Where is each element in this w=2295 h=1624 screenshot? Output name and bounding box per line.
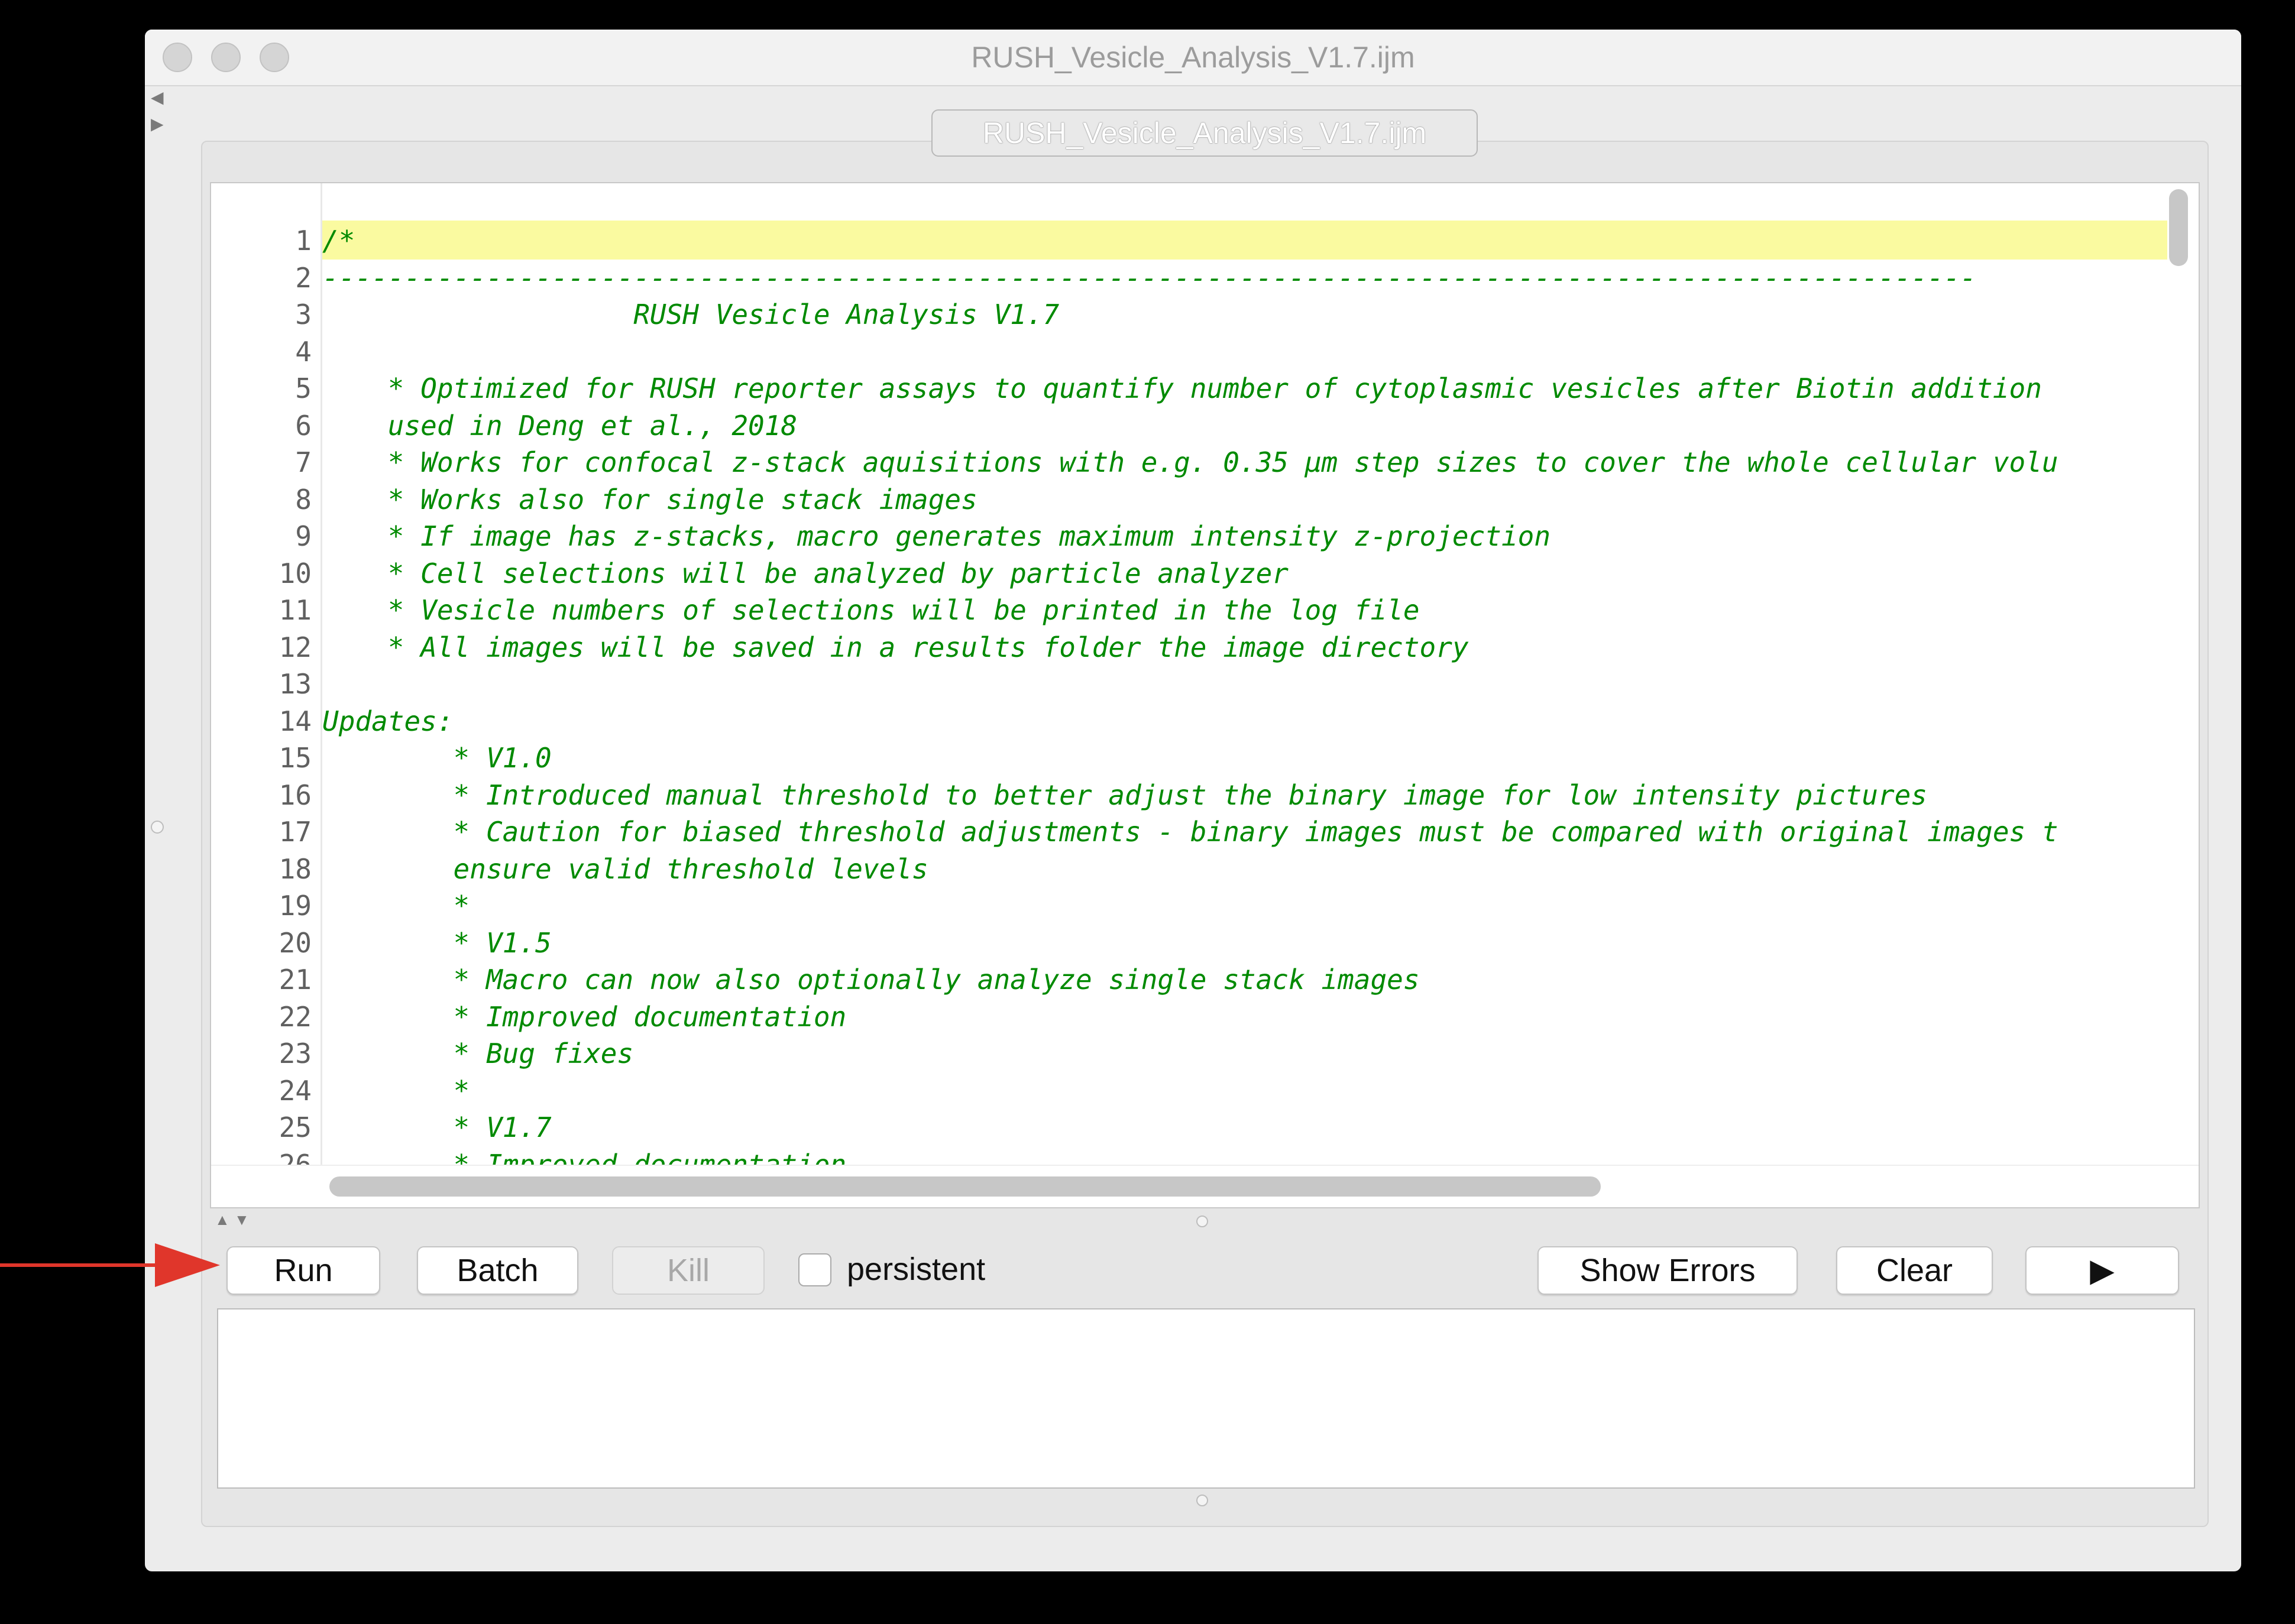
bottom-handle-dot[interactable] <box>1196 1495 1208 1506</box>
persistent-label[interactable]: persistent <box>847 1249 985 1290</box>
line-number: 7 <box>295 446 312 478</box>
line-number: 12 <box>279 631 312 663</box>
split-arrows-icon[interactable]: ▲ ▼ <box>215 1211 250 1229</box>
more-options-button[interactable]: ▶ <box>2025 1246 2179 1295</box>
line-number: 11 <box>279 594 312 626</box>
title-bar[interactable]: RUSH_Vesicle_Analysis_V1.7.ijm <box>145 30 2241 86</box>
expand-right-arrow-icon[interactable]: ▶ <box>151 115 164 133</box>
code-line[interactable]: /* <box>322 222 355 259</box>
split-divider[interactable]: ▲ ▼ <box>210 1208 2200 1234</box>
code-line[interactable]: * Introduced manual threshold to better … <box>322 777 1928 813</box>
horizontal-scrollbar-track <box>211 1165 2199 1207</box>
line-number: 14 <box>279 705 312 737</box>
bottom-splitter[interactable] <box>210 1490 2200 1513</box>
line-number: 24 <box>279 1074 312 1107</box>
code-line[interactable]: * Vesicle numbers of selections will be … <box>322 592 1420 628</box>
line-number: 19 <box>279 890 312 922</box>
line-number: 1 <box>295 225 312 257</box>
output-console[interactable] <box>217 1308 2195 1489</box>
line-number: 21 <box>279 964 312 996</box>
line-number: 18 <box>279 852 312 885</box>
line-number: 4 <box>295 335 312 368</box>
line-number: 20 <box>279 926 312 959</box>
code-line[interactable]: * Cell selections will be analyzed by pa… <box>322 555 1289 592</box>
run-toolbar: Run Batch Kill persistent Show Errors Cl… <box>210 1234 2200 1308</box>
tab-file[interactable]: RUSH_Vesicle_Analysis_V1.7.ijm <box>931 109 1478 157</box>
code-line[interactable]: * Caution for biased threshold adjustmen… <box>322 813 2058 850</box>
code-line[interactable]: * <box>322 887 470 924</box>
window-title: RUSH_Vesicle_Analysis_V1.7.ijm <box>971 41 1415 74</box>
editor-window: RUSH_Vesicle_Analysis_V1.7.ijm ◀ ▶ RUSH_… <box>145 30 2241 1571</box>
line-number: 13 <box>279 668 312 700</box>
code-line[interactable]: Updates: <box>322 703 454 740</box>
split-handle-dot[interactable] <box>1196 1215 1208 1227</box>
line-number: 25 <box>279 1111 312 1143</box>
code-line[interactable]: * Works for confocal z-stack aquisitions… <box>322 444 2058 481</box>
line-number: 2 <box>295 261 312 294</box>
batch-button[interactable]: Batch <box>417 1246 578 1295</box>
line-number: 8 <box>295 483 312 516</box>
collapse-left-arrow-icon[interactable]: ◀ <box>151 89 164 106</box>
persistent-checkbox[interactable] <box>798 1253 831 1286</box>
line-number: 10 <box>279 557 312 589</box>
code-line[interactable]: * Improved documentation <box>322 999 847 1035</box>
code-line[interactable]: * V1.5 <box>322 925 552 961</box>
kill-button[interactable]: Kill <box>612 1246 765 1295</box>
line-number: 5 <box>295 372 312 404</box>
clear-button[interactable]: Clear <box>1836 1246 1993 1295</box>
line-number: 22 <box>279 1000 312 1033</box>
show-errors-button[interactable]: Show Errors <box>1537 1246 1798 1295</box>
code-line[interactable]: * Improved documentation <box>322 1146 847 1165</box>
code-line[interactable]: * All images will be saved in a results … <box>322 629 1469 666</box>
code-line[interactable]: * Optimized for RUSH reporter assays to … <box>322 370 2042 407</box>
code-text-area[interactable]: /* --------------------------------------… <box>322 183 2167 1165</box>
line-number: 26 <box>279 1148 312 1165</box>
vertical-scrollbar[interactable] <box>2169 189 2188 266</box>
line-number: 6 <box>295 409 312 442</box>
code-line[interactable]: * V1.7 <box>322 1109 552 1146</box>
horizontal-scrollbar[interactable] <box>329 1176 1601 1197</box>
code-line[interactable]: * If image has z-stacks, macro generates… <box>322 518 1550 555</box>
side-splitter-handle[interactable] <box>151 821 164 834</box>
code-line[interactable]: used in Deng et al., 2018 <box>322 407 797 444</box>
code-line[interactable]: * Macro can now also optionally analyze … <box>322 961 1420 998</box>
code-line[interactable]: * V1.0 <box>322 740 552 776</box>
line-number: 9 <box>295 520 312 552</box>
run-button[interactable]: Run <box>226 1246 380 1295</box>
code-line[interactable]: * <box>322 1072 470 1109</box>
code-line[interactable]: ensure valid threshold levels <box>322 851 928 887</box>
line-number: 17 <box>279 816 312 848</box>
line-number: 23 <box>279 1038 312 1069</box>
code-line[interactable]: * Works also for single stack images <box>322 481 977 518</box>
play-arrow-icon: ▶ <box>2090 1253 2115 1288</box>
code-line[interactable]: * Bug fixes <box>322 1035 634 1072</box>
annotation-arrow-line <box>0 1263 157 1267</box>
line-number: 15 <box>279 742 312 774</box>
annotation-arrow-head <box>155 1243 220 1287</box>
code-line[interactable]: RUSH Vesicle Analysis V1.7 <box>322 296 1059 333</box>
line-number: 3 <box>295 299 312 330</box>
code-editor[interactable]: 1 2 3 4 5 6 7 8 9 10 11 12 13 14 15 16 17 18 19 20 21 22 23 24 2… <box>210 182 2200 1208</box>
code-line[interactable]: ----------------------------------------… <box>322 260 1976 296</box>
line-number: 16 <box>279 779 312 811</box>
